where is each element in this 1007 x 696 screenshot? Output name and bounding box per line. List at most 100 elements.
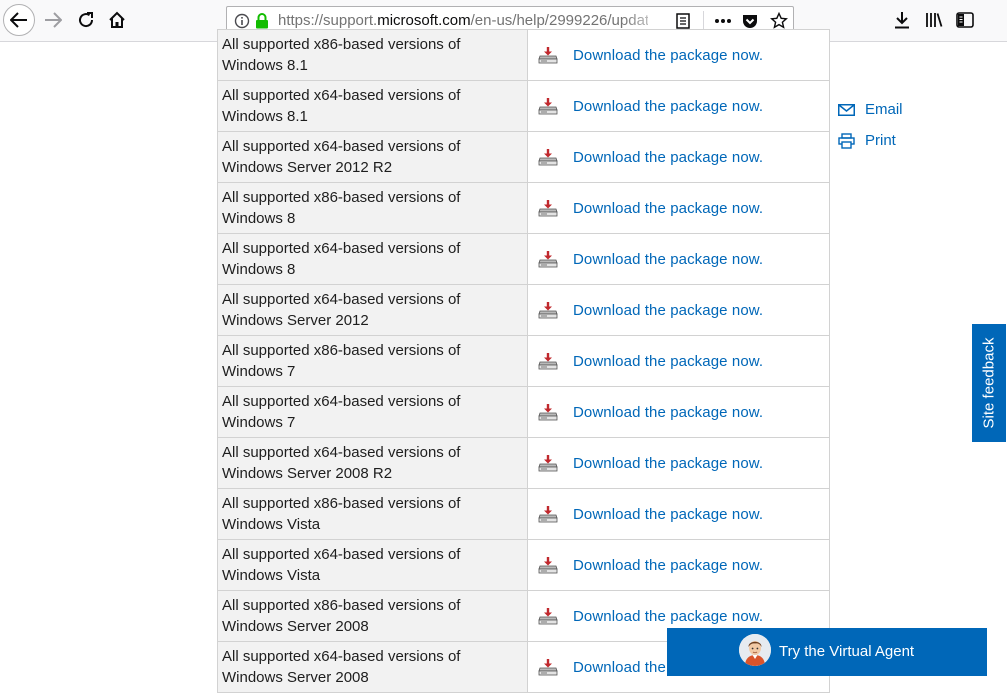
url-host: microsoft.com [377,12,471,29]
download-table-body: All supported x86-based versions of Wind… [217,29,830,693]
virtual-agent-label: Try the Virtual Agent [779,643,915,660]
package-download-icon[interactable] [538,352,558,370]
download-cell: Download the package now. [527,80,830,132]
os-line-2: Windows Server 2012 R2 [222,159,393,176]
os-cell: All supported x64-based versions of Wind… [217,539,528,591]
os-line-1: All supported x86-based versions of [222,189,461,206]
os-line-2: Windows Server 2008 [222,618,369,635]
os-cell: All supported x64-based versions of Wind… [217,131,528,183]
print-link[interactable]: Print [838,132,896,149]
site-feedback-button[interactable]: Site feedback [972,324,1006,442]
home-button[interactable] [102,5,132,35]
sidebar-icon [956,12,974,28]
download-link[interactable]: Download the package now. [573,251,763,268]
package-download-icon[interactable] [538,403,558,421]
pocket-icon [743,14,757,28]
forward-button[interactable] [38,5,68,35]
os-cell: All supported x86-based versions of Wind… [217,488,528,540]
table-row: All supported x86-based versions of Wind… [217,29,830,81]
package-download-icon[interactable] [538,97,558,115]
os-line-1: All supported x86-based versions of [222,597,461,614]
home-icon [109,11,125,28]
package-download-icon[interactable] [538,46,558,64]
os-line-2: Windows Server 2008 [222,669,369,686]
back-button[interactable] [3,4,35,36]
secure-connection-indicator[interactable] [252,11,272,31]
agent-avatar [739,634,771,666]
download-link[interactable]: Download the package now. [573,353,763,370]
pocket-button[interactable] [740,11,760,31]
table-row: All supported x86-based versions of Wind… [217,335,830,387]
os-cell: All supported x64-based versions of Wind… [217,437,528,489]
os-line-1: All supported x64-based versions of [222,240,461,257]
download-link[interactable]: Download the package now. [573,404,763,421]
toolbar-separator [703,11,704,29]
os-cell: All supported x86-based versions of Wind… [217,29,528,81]
package-download-icon[interactable] [538,658,558,676]
reload-icon [79,12,94,28]
download-link[interactable]: Download the package now. [573,557,763,574]
package-download-icon[interactable] [538,301,558,319]
page-actions-button[interactable] [713,11,733,31]
download-link[interactable]: Download the package now. [573,47,763,64]
url-fade [622,9,672,31]
os-line-1: All supported x64-based versions of [222,87,461,104]
download-cell: Download the package now. [527,386,830,438]
package-download-icon[interactable] [538,250,558,268]
download-table: All supported x86-based versions of Wind… [217,29,830,693]
download-link[interactable]: Download the package now. [573,149,763,166]
table-row: All supported x64-based versions of Wind… [217,131,830,183]
package-download-icon[interactable] [538,148,558,166]
bookmark-button[interactable] [769,11,789,31]
os-line-1: All supported x64-based versions of [222,546,461,563]
download-link[interactable]: Download the package now. [573,200,763,217]
table-row: All supported x64-based versions of Wind… [217,80,830,132]
os-cell: All supported x64-based versions of Wind… [217,386,528,438]
package-download-icon[interactable] [538,505,558,523]
download-cell: Download the package now. [527,131,830,183]
download-link[interactable]: Download the package now. [573,302,763,319]
site-info-button[interactable] [232,11,252,31]
agent-avatar-icon [739,634,771,666]
table-row: All supported x64-based versions of Wind… [217,284,830,336]
download-link[interactable]: Download the package now. [573,455,763,472]
os-cell: All supported x86-based versions of Wind… [217,182,528,234]
download-cell: Download the package now. [527,182,830,234]
table-row: All supported x64-based versions of Wind… [217,539,830,591]
sidebar-button[interactable] [950,5,980,35]
os-line-1: All supported x64-based versions of [222,444,461,461]
os-cell: All supported x64-based versions of Wind… [217,80,528,132]
os-line-1: All supported x64-based versions of [222,393,461,410]
reader-view-button[interactable] [673,11,693,31]
download-link[interactable]: Download the package now. [573,506,763,523]
download-link[interactable]: Download the package now. [573,608,763,625]
downloads-button[interactable] [887,5,917,35]
package-download-icon[interactable] [538,556,558,574]
url-text[interactable]: https://support.microsoft.com/en-us/help… [278,12,648,30]
os-cell: All supported x64-based versions of Wind… [217,284,528,336]
os-line-2: Windows Server 2008 R2 [222,465,393,482]
os-cell: All supported x86-based versions of Wind… [217,590,528,642]
email-link[interactable]: Email [838,101,903,118]
table-row: All supported x64-based versions of Wind… [217,386,830,438]
library-button[interactable] [919,5,949,35]
reader-view-icon [676,13,690,29]
download-cell: Download the package now. [527,335,830,387]
info-icon [234,13,250,29]
url-prefix: https://support. [278,12,378,29]
package-download-icon[interactable] [538,199,558,217]
download-cell: Download the package now. [527,539,830,591]
library-icon [926,13,943,27]
virtual-agent-button[interactable]: Try the Virtual Agent [667,628,987,676]
reload-button[interactable] [71,5,101,35]
site-feedback-label: Site feedback [980,337,998,429]
os-line-1: All supported x86-based versions of [222,342,461,359]
download-link[interactable]: Download the package now. [573,98,763,115]
print-icon [838,132,855,149]
table-row: All supported x86-based versions of Wind… [217,488,830,540]
package-download-icon[interactable] [538,454,558,472]
os-line-2: Windows Vista [222,516,321,533]
os-cell: All supported x64-based versions of Wind… [217,233,528,285]
more-actions-icon [715,19,731,23]
package-download-icon[interactable] [538,607,558,625]
